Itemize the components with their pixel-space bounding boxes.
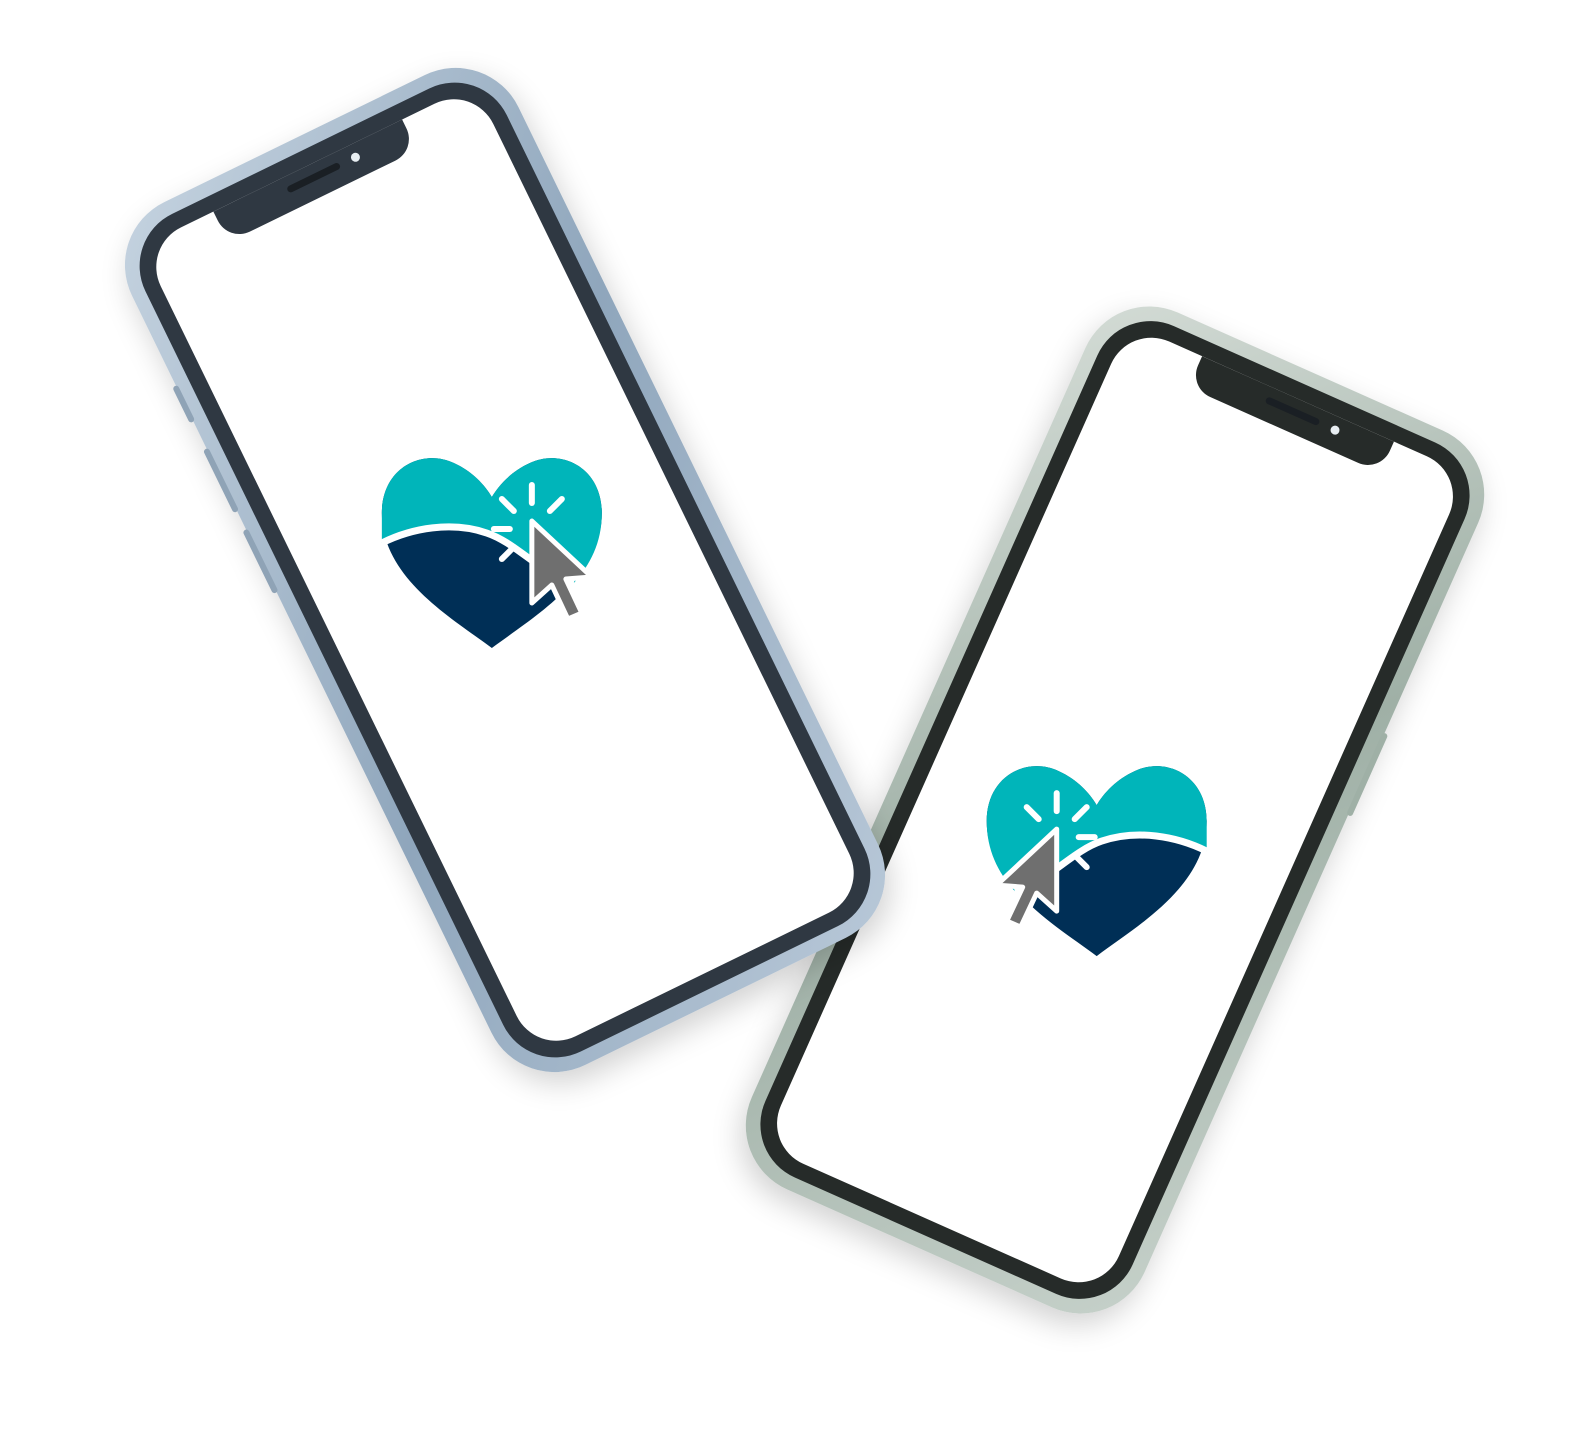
front-camera [1329, 424, 1341, 437]
heart-cursor-logo [342, 393, 642, 693]
phone-left [101, 44, 909, 1096]
heart-cursor-icon [380, 458, 602, 649]
phone-screen [762, 323, 1468, 1297]
heart-cursor-logo [947, 701, 1247, 1001]
heart-cursor-icon [986, 766, 1209, 957]
front-camera [349, 151, 362, 164]
